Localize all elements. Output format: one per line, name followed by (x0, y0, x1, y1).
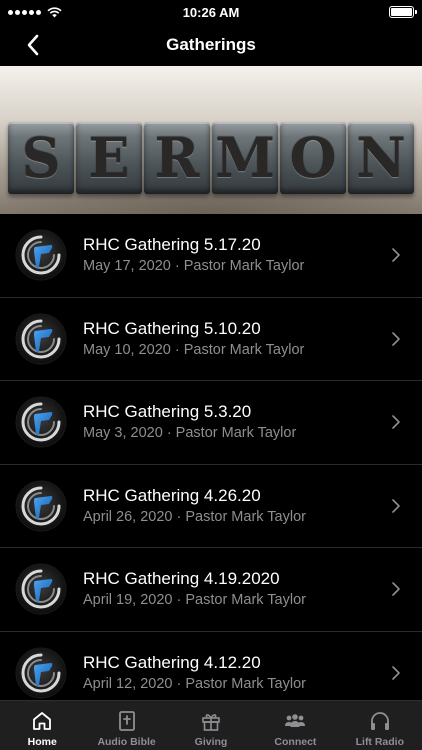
chevron-left-icon (27, 34, 39, 56)
tab-giving[interactable]: Giving (169, 701, 253, 750)
item-title: RHC Gathering 4.12.20 (83, 652, 261, 672)
banner-letter: M (215, 126, 275, 190)
status-time: 10:26 AM (182, 4, 240, 20)
tab-connect[interactable]: Connect (253, 701, 337, 750)
page-title: Gatherings (166, 35, 256, 54)
tab-audio-bible[interactable]: Audio Bible (84, 701, 168, 750)
letter-block: N (348, 122, 414, 194)
letter-block: S (8, 122, 74, 194)
sermon-banner-image: S E R M O N (0, 66, 422, 214)
headphones-icon (370, 712, 389, 730)
list-item-text: RHC Gathering 4.19.2020 April 19, 2020 ·… (83, 568, 386, 610)
list-item[interactable]: RHC Gathering 4.19.2020 April 19, 2020 ·… (0, 548, 422, 632)
tab-home[interactable]: Home (0, 701, 84, 750)
tab-label: Lift Radio (355, 736, 405, 748)
church-logo-icon (15, 229, 67, 281)
wifi-icon (47, 6, 62, 17)
list-item-text: RHC Gathering 4.12.20 April 12, 2020 · P… (83, 652, 386, 694)
letter-block: R (144, 122, 210, 194)
tab-lift-radio[interactable]: Lift Radio (338, 701, 422, 750)
gift-icon (202, 714, 220, 731)
chevron-right-icon (392, 665, 400, 680)
letterpress-blocks: S E R M O N (8, 122, 414, 194)
church-logo-icon (15, 396, 67, 448)
item-title: RHC Gathering 4.26.20 (83, 485, 261, 505)
navigation-bar: Gatherings (0, 24, 422, 66)
tab-label: Connect (274, 736, 317, 748)
tab-label: Giving (194, 736, 228, 748)
banner-letter: R (154, 126, 200, 190)
chevron-right-icon (392, 331, 400, 346)
item-subtitle: April 26, 2020 · Pastor Mark Taylor (83, 508, 306, 525)
item-title: RHC Gathering 5.10.20 (83, 318, 261, 338)
list-item[interactable]: RHC Gathering 5.3.20 May 3, 2020 · Pasto… (0, 381, 422, 465)
item-subtitle: May 3, 2020 · Pastor Mark Taylor (83, 425, 297, 442)
item-title: RHC Gathering 5.3.20 (83, 402, 252, 422)
letter-block: M (212, 122, 278, 194)
item-subtitle: April 12, 2020 · Pastor Mark Taylor (83, 675, 306, 692)
banner-letter: O (289, 126, 337, 190)
signal-strength-icon (8, 9, 41, 15)
item-subtitle: May 17, 2020 · Pastor Mark Taylor (83, 258, 305, 275)
chevron-right-icon (392, 498, 400, 513)
list-item-text: RHC Gathering 4.26.20 April 26, 2020 · P… (83, 485, 386, 527)
item-title: RHC Gathering 4.19.2020 (83, 569, 280, 589)
list-item[interactable]: RHC Gathering 4.26.20 April 26, 2020 · P… (0, 465, 422, 548)
letter-block: O (280, 122, 346, 194)
tab-label: Home (27, 736, 57, 748)
letter-block: E (76, 122, 142, 194)
church-logo-icon (15, 313, 67, 365)
banner-letter: N (356, 126, 406, 190)
list-item[interactable]: RHC Gathering 4.12.20 April 12, 2020 · P… (0, 632, 422, 701)
church-logo-icon (15, 563, 67, 615)
status-bar: 10:26 AM (0, 0, 422, 24)
tab-label: Audio Bible (97, 736, 156, 748)
item-subtitle: April 19, 2020 · Pastor Mark Taylor (83, 592, 306, 609)
list-item[interactable]: RHC Gathering 5.10.20 May 10, 2020 · Pas… (0, 298, 422, 381)
tab-bar: Home Audio Bible Giving Connect Lift Rad… (0, 700, 422, 750)
banner-letter: S (21, 126, 61, 190)
church-logo-icon (15, 647, 67, 699)
item-title: RHC Gathering 5.17.20 (83, 235, 261, 255)
home-icon (33, 712, 52, 730)
item-subtitle: May 10, 2020 · Pastor Mark Taylor (83, 341, 305, 358)
list-item[interactable]: RHC Gathering 5.17.20 May 17, 2020 · Pas… (0, 214, 422, 298)
list-item-text: RHC Gathering 5.3.20 May 3, 2020 · Pasto… (83, 401, 386, 443)
banner-letter: E (88, 126, 130, 190)
gatherings-list: RHC Gathering 5.17.20 May 17, 2020 · Pas… (0, 214, 422, 700)
chevron-right-icon (392, 248, 400, 263)
list-item-text: RHC Gathering 5.17.20 May 17, 2020 · Pas… (83, 234, 386, 276)
church-logo-icon (15, 480, 67, 532)
battery-icon (389, 6, 417, 18)
list-item-text: RHC Gathering 5.10.20 May 10, 2020 · Pas… (83, 318, 386, 360)
status-left (8, 6, 62, 18)
chevron-right-icon (392, 582, 400, 597)
back-button[interactable] (18, 30, 48, 60)
people-icon (285, 714, 306, 727)
bible-icon (118, 711, 135, 731)
chevron-right-icon (392, 415, 400, 430)
